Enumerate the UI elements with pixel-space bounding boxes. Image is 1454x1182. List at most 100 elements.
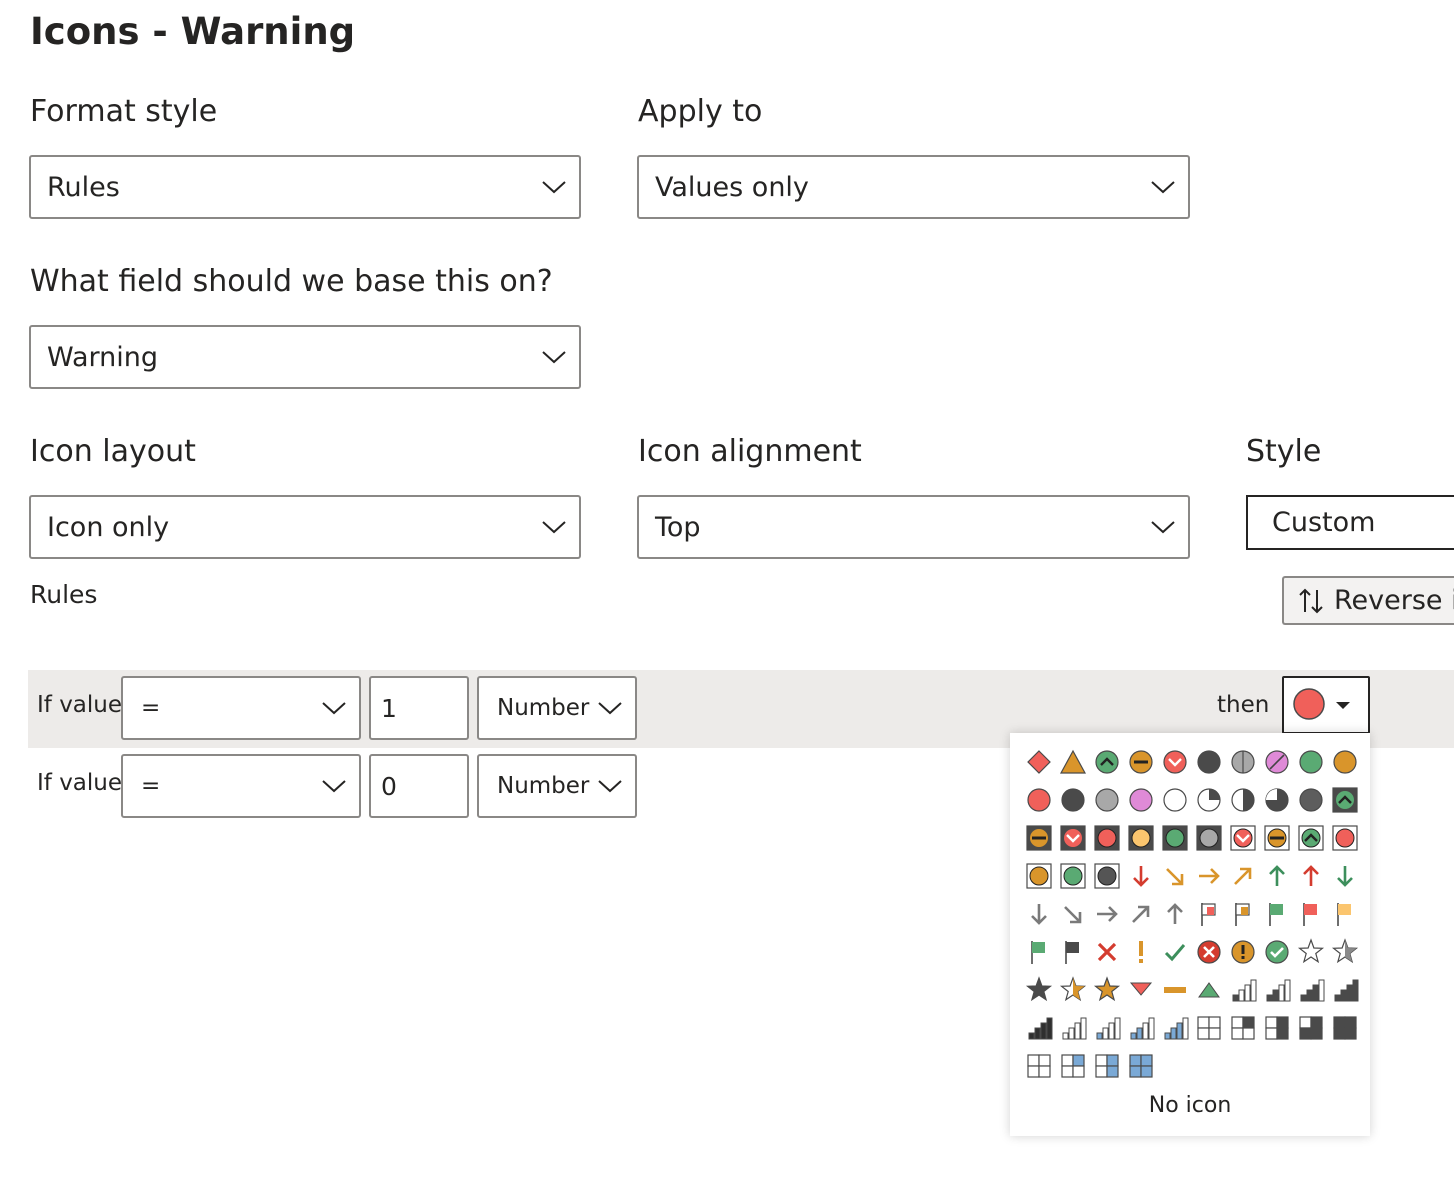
blue-signal-1-icon[interactable]	[1092, 1013, 1122, 1043]
gray-up-arrow-icon[interactable]	[1160, 899, 1190, 929]
green-check-circle-icon[interactable]	[1262, 937, 1292, 967]
green-down-arrow-icon[interactable]	[1330, 861, 1360, 891]
quarters-full-icon[interactable]	[1330, 1013, 1360, 1043]
rule-1-icon-picker[interactable]	[1282, 676, 1370, 734]
white-circle-icon[interactable]	[1160, 785, 1190, 815]
green-circle-icon[interactable]	[1296, 747, 1326, 777]
green-flag-icon[interactable]	[1262, 899, 1292, 929]
blue-quarters-1-icon[interactable]	[1058, 1051, 1088, 1081]
blue-quarters-0-icon[interactable]	[1024, 1051, 1054, 1081]
orange-triangle-icon[interactable]	[1058, 747, 1088, 777]
red-outline-flag-icon[interactable]	[1194, 899, 1224, 929]
quarters-empty-icon[interactable]	[1194, 1013, 1224, 1043]
empty-star-icon[interactable]	[1296, 937, 1326, 967]
black-circle-icon[interactable]	[1058, 785, 1088, 815]
icon-layout-dropdown[interactable]: Icon only	[29, 495, 581, 559]
apply-to-dropdown[interactable]: Values only	[637, 155, 1190, 219]
orange-exclamation-icon[interactable]	[1126, 937, 1156, 967]
gray-circle-icon[interactable]	[1092, 785, 1122, 815]
style-dropdown[interactable]: Custom	[1246, 495, 1454, 550]
green-up-circle-icon[interactable]	[1092, 747, 1122, 777]
red-circle-square-icon[interactable]	[1092, 823, 1122, 853]
blue-quarters-3-icon[interactable]	[1126, 1051, 1156, 1081]
no-icon-option[interactable]: No icon	[1010, 1093, 1370, 1118]
rule-2-operator-dropdown[interactable]: =	[121, 754, 361, 818]
half-pie-icon[interactable]	[1228, 785, 1258, 815]
orange-circle-box-icon[interactable]	[1024, 861, 1054, 891]
signal-2-bars-icon[interactable]	[1262, 975, 1292, 1005]
quarters-three-icon[interactable]	[1296, 1013, 1326, 1043]
red-down-box-icon[interactable]	[1228, 823, 1258, 853]
green-circle-box-icon[interactable]	[1058, 861, 1088, 891]
green-up-arrow-icon[interactable]	[1262, 861, 1292, 891]
green-flag-icon[interactable]	[1024, 937, 1054, 967]
blue-quarters-2-icon[interactable]	[1092, 1051, 1122, 1081]
yellow-circle-square-icon[interactable]	[1126, 823, 1156, 853]
half-star-icon[interactable]	[1330, 937, 1360, 967]
format-style-dropdown[interactable]: Rules	[29, 155, 581, 219]
rule-1-value-input[interactable]: 1	[369, 676, 469, 740]
rule-2-value-input[interactable]: 0	[369, 754, 469, 818]
blue-signal-3-icon[interactable]	[1160, 1013, 1190, 1043]
quarters-two-icon[interactable]	[1262, 1013, 1292, 1043]
green-check-icon[interactable]	[1160, 937, 1190, 967]
black-flag-icon[interactable]	[1058, 937, 1088, 967]
blue-signal-0-icon[interactable]	[1058, 1013, 1088, 1043]
orange-dash-icon[interactable]	[1160, 975, 1190, 1005]
gray-down-arrow-icon[interactable]	[1024, 899, 1054, 929]
red-down-square-icon[interactable]	[1058, 823, 1088, 853]
red-down-circle-icon[interactable]	[1160, 747, 1190, 777]
green-up-box-icon[interactable]	[1296, 823, 1326, 853]
dark-gray-circle-icon[interactable]	[1296, 785, 1326, 815]
red-up-arrow-icon[interactable]	[1296, 861, 1326, 891]
orange-up-right-arrow-icon[interactable]	[1228, 861, 1258, 891]
red-down-arrow-icon[interactable]	[1126, 861, 1156, 891]
blue-signal-2-icon[interactable]	[1126, 1013, 1156, 1043]
red-diamond-icon[interactable]	[1024, 747, 1054, 777]
red-x-circle-icon[interactable]	[1194, 937, 1224, 967]
dark-circle-box-icon[interactable]	[1092, 861, 1122, 891]
purple-slash-circle-icon[interactable]	[1262, 747, 1292, 777]
signal-1-bar-icon[interactable]	[1228, 975, 1258, 1005]
orange-minus-circle-icon[interactable]	[1126, 747, 1156, 777]
black-circle-icon[interactable]	[1194, 747, 1224, 777]
green-up-square-icon[interactable]	[1330, 785, 1360, 815]
gray-right-arrow-icon[interactable]	[1092, 899, 1122, 929]
chevron-down-icon	[542, 181, 566, 194]
base-field-dropdown[interactable]: Warning	[29, 325, 581, 389]
orange-exclamation-circle-icon[interactable]	[1228, 937, 1258, 967]
quarters-one-icon[interactable]	[1228, 1013, 1258, 1043]
black-star-icon[interactable]	[1024, 975, 1054, 1005]
quarter-pie-icon[interactable]	[1194, 785, 1224, 815]
yellow-flag-icon[interactable]	[1330, 899, 1360, 929]
three-quarter-pie-icon[interactable]	[1262, 785, 1292, 815]
rule-1-type-dropdown[interactable]: Number	[477, 676, 637, 740]
orange-star-icon[interactable]	[1092, 975, 1122, 1005]
icon-alignment-dropdown[interactable]: Top	[637, 495, 1190, 559]
orange-circle-icon[interactable]	[1330, 747, 1360, 777]
gray-up-right-arrow-icon[interactable]	[1126, 899, 1156, 929]
pink-circle-icon[interactable]	[1126, 785, 1156, 815]
gray-circle-square-icon[interactable]	[1194, 823, 1224, 853]
orange-minus-box-icon[interactable]	[1262, 823, 1292, 853]
reverse-icons-button[interactable]: Reverse ic	[1282, 576, 1454, 625]
red-flag-icon[interactable]	[1296, 899, 1326, 929]
half-orange-star-icon[interactable]	[1058, 975, 1088, 1005]
half-gray-circle-icon[interactable]	[1228, 747, 1258, 777]
red-x-icon[interactable]	[1092, 937, 1122, 967]
signal-3-bars-icon[interactable]	[1296, 975, 1326, 1005]
orange-down-right-arrow-icon[interactable]	[1160, 861, 1190, 891]
signal-4-bars-icon[interactable]	[1330, 975, 1360, 1005]
rule-2-type-dropdown[interactable]: Number	[477, 754, 637, 818]
red-circle-box-icon[interactable]	[1330, 823, 1360, 853]
green-up-triangle-icon[interactable]	[1194, 975, 1224, 1005]
red-down-triangle-icon[interactable]	[1126, 975, 1156, 1005]
signal-full-icon[interactable]	[1024, 1013, 1054, 1043]
gray-down-right-arrow-icon[interactable]	[1058, 899, 1088, 929]
green-circle-square-icon[interactable]	[1160, 823, 1190, 853]
orange-outline-flag-icon[interactable]	[1228, 899, 1258, 929]
rule-1-operator-dropdown[interactable]: =	[121, 676, 361, 740]
red-circle-icon[interactable]	[1024, 785, 1054, 815]
orange-right-arrow-icon[interactable]	[1194, 861, 1224, 891]
orange-minus-square-icon[interactable]	[1024, 823, 1054, 853]
